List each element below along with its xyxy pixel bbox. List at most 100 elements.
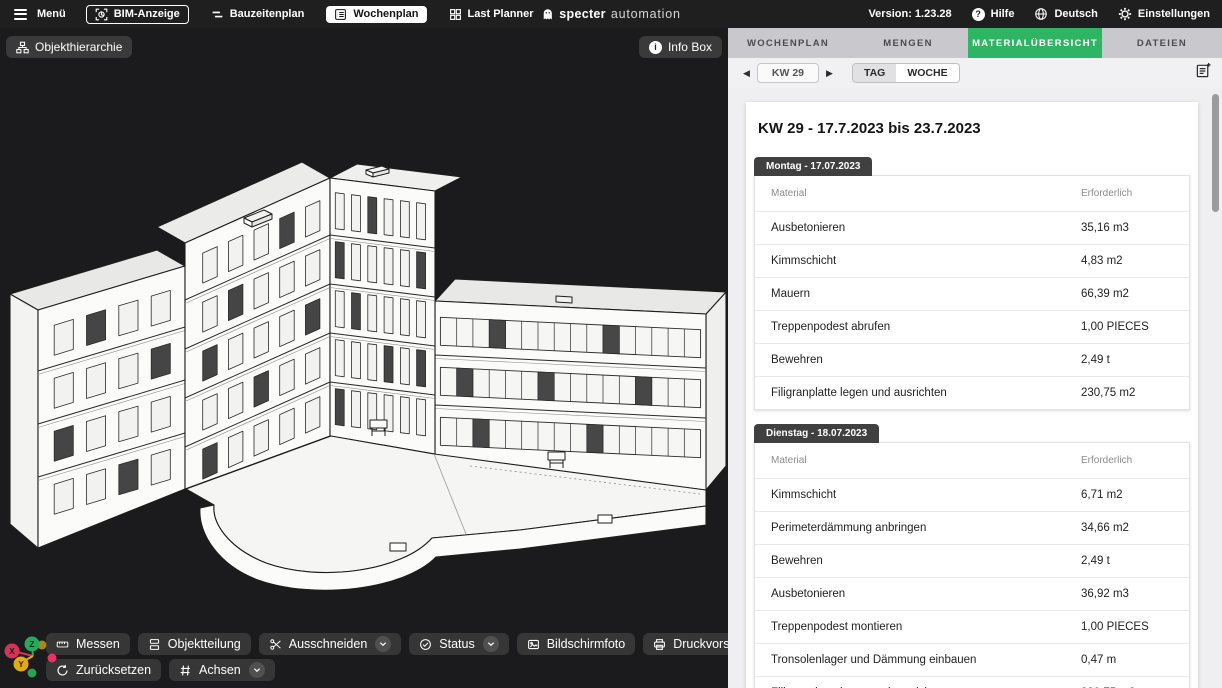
day-section-2: Dienstag - 18.07.2023MaterialErforderlic… [754,422,1190,688]
material-cell: Mauern [771,288,1081,300]
table-row: Filigranplatte legen und ausrichten230,7… [755,376,1189,409]
tool-label: Status [439,637,474,651]
screenshot-icon [527,638,540,651]
tool-label: Bildschirmfoto [547,637,626,651]
material-cell: Bewehren [771,555,1081,567]
toggle-woche[interactable]: WOCHE [896,64,958,82]
tab-material-bersicht[interactable]: MATERIALÜBERSICHT [968,28,1102,58]
app-window: Menü BIM-Anzeige Bauzeitenplan Wochenplan L… [0,0,1222,688]
panel-scrollbar[interactable] [1212,94,1219,212]
menu-label: Menü [37,8,66,20]
required-cell: 4,83 m2 [1081,255,1173,267]
table-row: Kimmschicht6,71 m2 [755,478,1189,511]
achsen-button[interactable]: Achsen [169,659,275,681]
table-row: Kimmschicht4,83 m2 [755,244,1189,277]
settings-button[interactable]: Einstellungen [1118,7,1210,21]
chevron-down-icon[interactable] [249,662,265,678]
chevron-down-icon[interactable] [375,636,391,652]
help-button[interactable]: ? Hilfe [972,8,1015,21]
menu-button[interactable]: Menü [12,7,66,22]
gantt-icon [211,8,224,21]
required-cell: 34,66 m2 [1081,522,1173,534]
material-cell: Bewehren [771,354,1081,366]
info-box-button[interactable]: i Info Box [639,36,722,58]
days-container: Montag - 17.07.2023MaterialErforderlichA… [754,155,1190,688]
table-row: Bewehren2,49 t [755,343,1189,376]
tab-wochenplan[interactable]: WOCHENPLAN [728,28,848,58]
required-cell: 6,71 m2 [1081,489,1173,501]
tool-label: Zurücksetzen [76,663,151,677]
mode-last-planner[interactable]: Last Planner [441,6,542,23]
status-icon [419,638,432,651]
status-button[interactable]: Status [409,633,508,655]
help-icon: ? [972,8,985,21]
col-header-material: Material [771,455,1081,466]
next-week-button[interactable]: ▶ [821,68,838,79]
ausschneiden-button[interactable]: Ausschneiden [259,633,402,655]
material-cell: Kimmschicht [771,489,1081,501]
druckvorschau-button[interactable]: Druckvorschau [643,633,728,655]
note-add-icon [1195,62,1212,79]
mode-bim-anzeige[interactable]: BIM-Anzeige [86,5,189,24]
tool-label: Messen [76,637,120,651]
chevron-down-icon[interactable] [483,636,499,652]
week-heading: KW 29 - 17.7.2023 bis 23.7.2023 [758,120,1186,137]
brand-name: specter [559,7,606,21]
axes-icon [179,664,192,677]
table-row: Mauern66,39 m2 [755,277,1189,310]
tab-dateien[interactable]: DATEIEN [1102,28,1222,58]
tab-mengen[interactable]: MENGEN [848,28,968,58]
note-add-button[interactable] [1195,62,1212,84]
ghost-icon [541,8,554,21]
bim-model-3d[interactable] [0,28,728,688]
required-cell: 2,49 t [1081,354,1173,366]
week-select-button[interactable]: KW 29 [757,63,819,83]
orientation-gizmo[interactable]: Z X Y [2,618,68,688]
material-cell: Ausbetonieren [771,588,1081,600]
objektteilung-button[interactable]: Objektteilung [138,633,251,655]
globe-icon [1034,7,1048,21]
viewer-toolbar-row1: Messen Objektteilung Ausschneiden Status Bil… [46,633,728,655]
material-table: MaterialErforderlichKimmschicht6,71 m2Pe… [754,442,1190,688]
brand-suffix: automation [611,7,681,21]
tool-label: Achsen [199,663,241,677]
day-week-toggle: TAGWOCHE [852,63,960,83]
version-label: Version: 1.23.28 [868,8,951,20]
mode-wochenplan[interactable]: Wochenplan [326,6,426,23]
topbar: Menü BIM-Anzeige Bauzeitenplan Wochenplan L… [0,0,1222,28]
mode-label: Wochenplan [353,8,418,20]
prev-week-button[interactable]: ◀ [738,68,755,79]
language-button[interactable]: Deutsch [1034,7,1097,21]
object-hierarchy-button[interactable]: Objekthierarchie [6,36,132,58]
table-header-row: MaterialErforderlich [755,443,1189,478]
table-row: Tronsolenlager und Dämmung einbauen0,47 … [755,643,1189,676]
topbar-right: Version: 1.23.28 ? Hilfe Deutsch Einstel… [868,7,1210,21]
gizmo-x-label[interactable]: X [9,647,15,656]
tool-label: Ausschneiden [289,637,368,651]
gizmo-z-label[interactable]: Z [30,640,35,649]
material-cell: Tronsolenlager und Dämmung einbauen [771,654,1081,666]
tool-label: Druckvorschau [673,637,728,651]
list-icon [334,8,347,21]
col-header-material: Material [771,188,1081,199]
tool-label: Objektteilung [168,637,241,651]
table-row: Treppenpodest montieren1,00 PIECES [755,610,1189,643]
toggle-tag[interactable]: TAG [853,64,896,82]
bim-icon [95,8,108,21]
required-cell: 2,49 t [1081,555,1173,567]
bildschirmfoto-button[interactable]: Bildschirmfoto [517,633,636,655]
material-cell: Treppenpodest montieren [771,621,1081,633]
table-row: Perimeterdämmung anbringen34,66 m2 [755,511,1189,544]
mode-label: BIM-Anzeige [114,8,180,20]
table-row: Filigranplatte legen und ausrichten230,7… [755,676,1189,688]
mode-bauzeitenplan[interactable]: Bauzeitenplan [203,6,313,23]
info-icon: i [649,41,662,54]
panel-tabbar: WOCHENPLANMENGENMATERIALÜBERSICHTDATEIEN [728,28,1222,58]
material-table: MaterialErforderlichAusbetonieren35,16 m… [754,175,1190,410]
required-cell: 1,00 PIECES [1081,621,1173,633]
day-badge: Dienstag - 18.07.2023 [754,424,879,443]
bim-viewer: Objekthierarchie i Info Box Messen Objekt… [0,28,728,688]
brand-logo: specter automation [541,7,680,21]
table-header-row: MaterialErforderlich [755,176,1189,211]
gizmo-y-label[interactable]: Y [18,660,24,669]
